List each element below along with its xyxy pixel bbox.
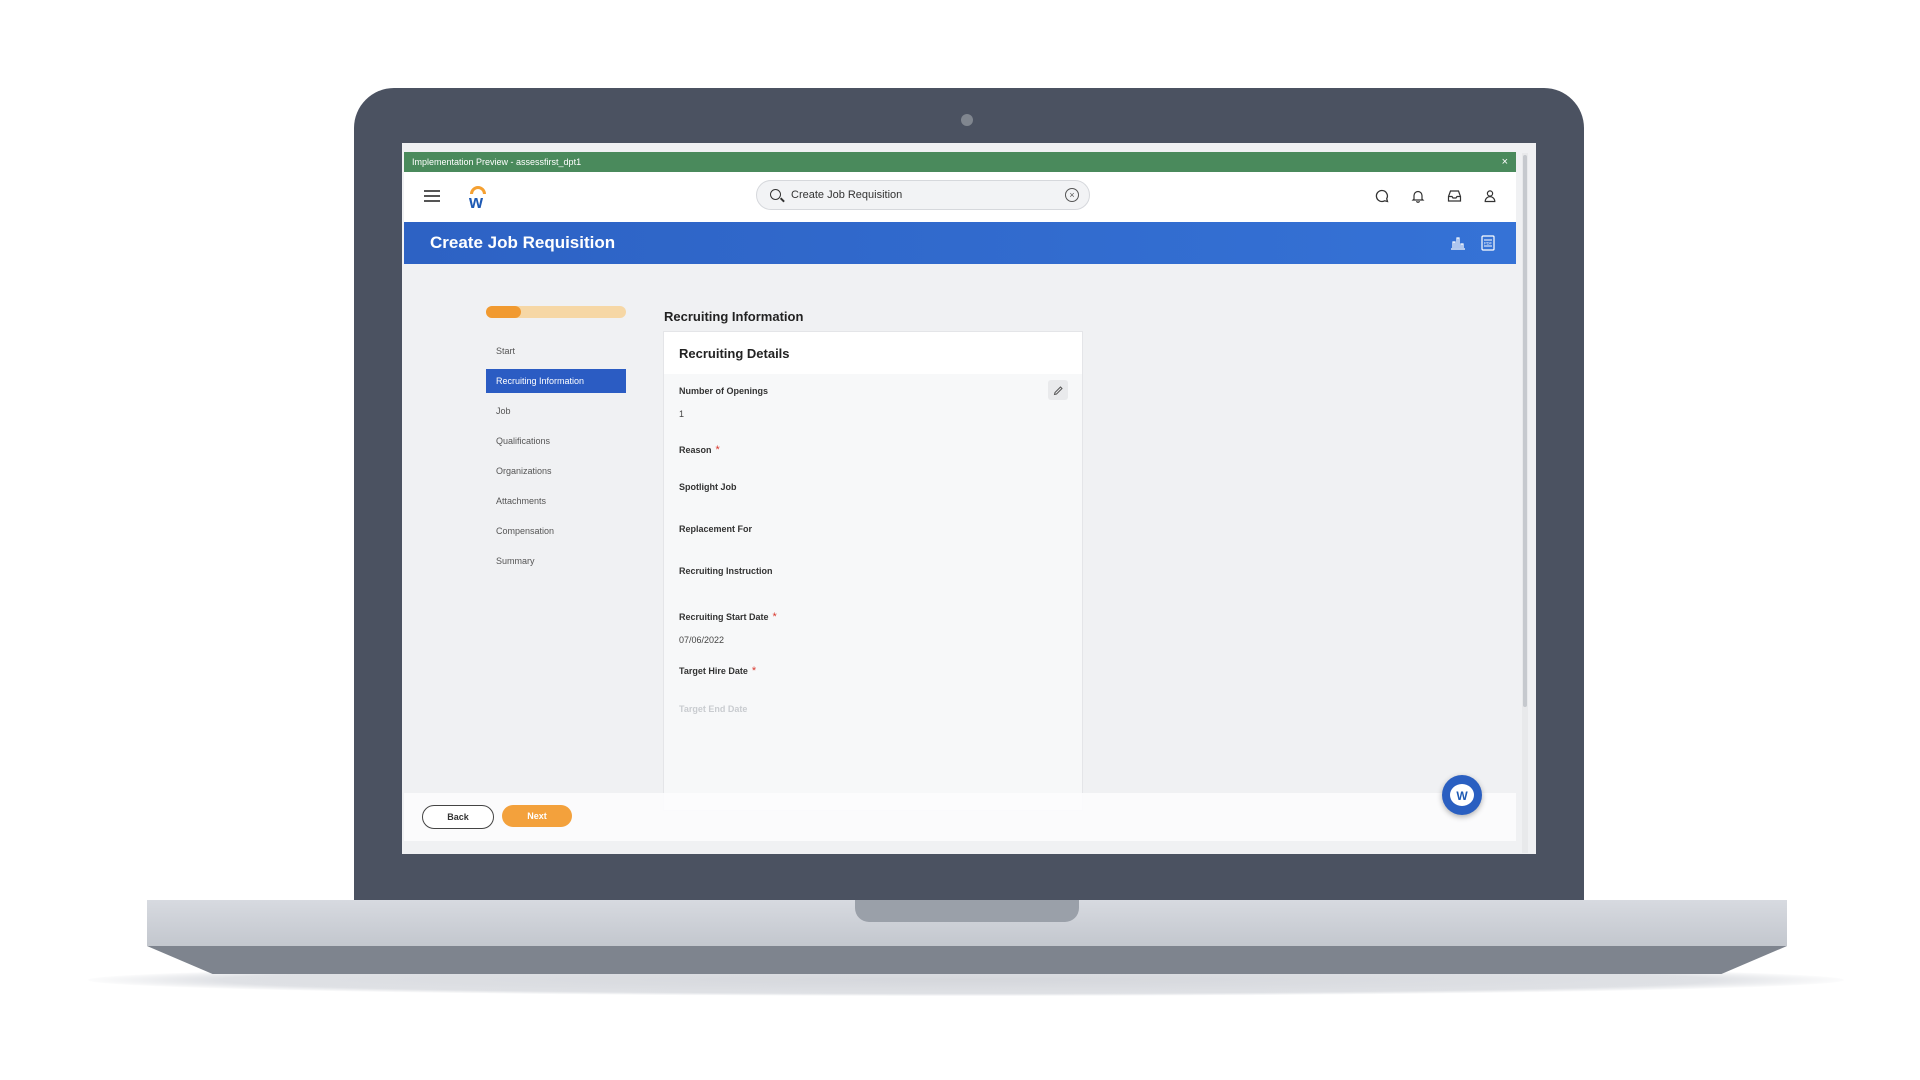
field-label: Number of Openings [679,386,769,396]
search-query[interactable]: Create Job Requisition [791,189,902,201]
field-target-hire-date: Target Hire Date * [679,661,756,679]
progress-bar [486,306,626,318]
page-header: Create Job Requisition PDF [404,222,1516,264]
pdf-export-icon[interactable]: PDF [1480,235,1496,251]
field-recruiting-instruction: Recruiting Instruction [679,566,773,576]
required-marker: * [751,665,757,677]
chart-icon[interactable] [1450,235,1466,251]
step-qualifications[interactable]: Qualifications [486,429,626,453]
field-target-end-date: Target End Date [679,704,747,714]
assistant-chat-button[interactable]: W [1442,775,1482,815]
required-marker: * [715,444,720,456]
progress-bar-fill [486,306,521,318]
step-summary[interactable]: Summary [486,549,626,573]
field-label: Target End Date [679,704,748,714]
page-title: Create Job Requisition [430,233,616,252]
top-navigation: w Create Job Requisition × [404,172,1516,222]
footer-bar: Back Next [404,793,1516,841]
banner-text: Implementation Preview - assessfirst_dpt… [412,157,582,167]
chat-icon[interactable] [1374,188,1390,204]
screen: Implementation Preview - assessfirst_dpt… [402,143,1536,854]
inbox-icon[interactable] [1446,188,1462,204]
laptop-notch [855,900,1079,922]
profile-icon[interactable] [1482,188,1498,204]
next-button[interactable]: Next [502,805,572,827]
section-title: Recruiting Information [664,309,804,324]
required-marker: * [772,611,777,623]
menu-icon[interactable] [424,190,440,202]
recruiting-details-card: Recruiting Details Number of Openings 1 … [663,331,1083,811]
back-button[interactable]: Back [422,805,494,829]
field-number-of-openings: Number of Openings 1 [679,386,768,419]
close-icon[interactable]: × [1502,156,1508,168]
field-recruiting-start-date: Recruiting Start Date * 07/06/2022 [679,607,777,645]
notifications-bell-icon[interactable] [1410,188,1426,204]
card-header: Recruiting Details [664,332,1082,374]
laptop-bottom [147,946,1787,974]
step-organizations[interactable]: Organizations [486,459,626,483]
edit-button[interactable] [1048,380,1068,400]
workday-assistant-icon: W [1450,784,1474,806]
scrollbar-thumb[interactable] [1523,155,1527,707]
field-label: Target Hire Date [679,666,748,676]
camera-dot [961,114,973,126]
svg-text:PDF: PDF [1484,241,1493,246]
field-value: 07/06/2022 [679,635,725,645]
field-replacement-for: Replacement For [679,524,752,534]
implementation-preview-banner: Implementation Preview - assessfirst_dpt… [404,152,1516,172]
field-label: Recruiting Start Date [679,612,769,622]
field-label: Recruiting Instruction [679,566,773,576]
field-label: Reason [679,445,712,455]
field-reason: Reason * [679,440,720,458]
clear-search-icon[interactable]: × [1065,188,1079,202]
field-value: 1 [679,409,685,419]
step-recruiting-information[interactable]: Recruiting Information [486,369,626,393]
step-navigation: Start Recruiting Information Job Qualifi… [486,339,626,579]
step-compensation[interactable]: Compensation [486,519,626,543]
pencil-icon [1053,385,1063,395]
search-icon [770,189,781,200]
card-title: Recruiting Details [679,346,790,361]
workday-logo[interactable]: w [468,186,490,212]
field-label: Replacement For [679,524,753,534]
step-job[interactable]: Job [486,399,626,423]
logo-letter: w [469,192,484,212]
step-attachments[interactable]: Attachments [486,489,626,513]
field-spotlight-job: Spotlight Job [679,482,737,492]
step-start[interactable]: Start [486,339,626,363]
search-input[interactable]: Create Job Requisition × [756,180,1090,210]
field-label: Spotlight Job [679,482,737,492]
